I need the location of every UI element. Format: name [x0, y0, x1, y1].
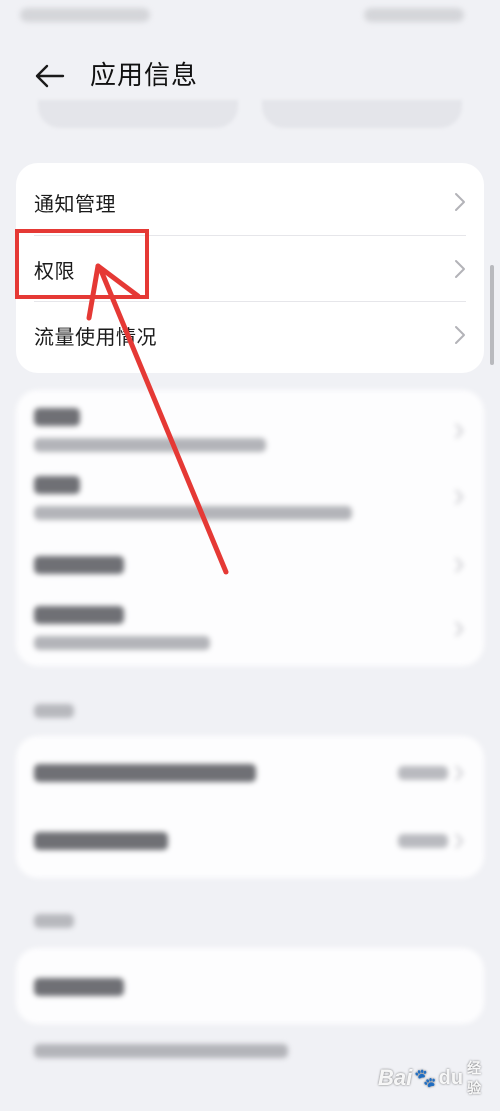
- notification-management-label: 通知管理: [34, 191, 116, 216]
- section-header-store: [34, 914, 74, 928]
- data-usage-label: 流量使用情况: [34, 324, 157, 349]
- default-open-item[interactable]: [16, 590, 484, 666]
- app-settings-card: 通知管理 权限 流量使用情况: [16, 163, 484, 373]
- scrolled-button-right[interactable]: [262, 100, 462, 128]
- scrollbar[interactable]: [490, 265, 494, 365]
- chevron-right-icon: [455, 260, 465, 278]
- permissions-item[interactable]: 权限: [16, 236, 484, 302]
- chevron-right-icon: [455, 489, 464, 505]
- app-bar: 应用信息: [0, 52, 500, 102]
- watermark-du: du: [438, 1066, 464, 1089]
- chevron-right-icon: [455, 621, 464, 637]
- status-bar: [0, 0, 500, 36]
- footer-hint: [34, 1044, 288, 1058]
- chevron-right-icon: [455, 557, 464, 573]
- baidu-watermark: Bai 🐾 du 经验: [378, 1060, 481, 1096]
- scrolled-button-left[interactable]: [38, 100, 238, 128]
- chevron-right-icon: [455, 326, 465, 344]
- app-details-item[interactable]: [16, 948, 484, 1024]
- chevron-right-icon: [455, 833, 464, 849]
- section-header-advanced: [34, 704, 74, 718]
- status-bar-left-info: [20, 8, 150, 22]
- notification-management-item[interactable]: 通知管理: [16, 169, 484, 235]
- store-card: [16, 948, 484, 1024]
- storage-item[interactable]: [16, 390, 484, 460]
- back-arrow-icon: [35, 64, 65, 88]
- back-button[interactable]: [28, 58, 72, 94]
- power-usage-item[interactable]: [16, 530, 484, 590]
- page-title: 应用信息: [90, 61, 199, 91]
- chevron-right-icon: [455, 765, 464, 781]
- display-over-apps-item[interactable]: [16, 736, 484, 808]
- watermark-bai: Bai: [378, 1065, 413, 1090]
- paw-icon: 🐾: [414, 1067, 437, 1088]
- modify-system-settings-item[interactable]: [16, 808, 484, 878]
- status-bar-right-info: [364, 8, 464, 22]
- chevron-right-icon: [455, 193, 465, 211]
- memory-item[interactable]: [16, 460, 484, 530]
- data-usage-item[interactable]: 流量使用情况: [16, 302, 484, 368]
- advanced-card: [16, 736, 484, 878]
- watermark-jingyan: 经验: [467, 1060, 482, 1096]
- storage-card: [16, 390, 484, 666]
- chevron-right-icon: [455, 423, 464, 439]
- permissions-label: 权限: [34, 258, 75, 283]
